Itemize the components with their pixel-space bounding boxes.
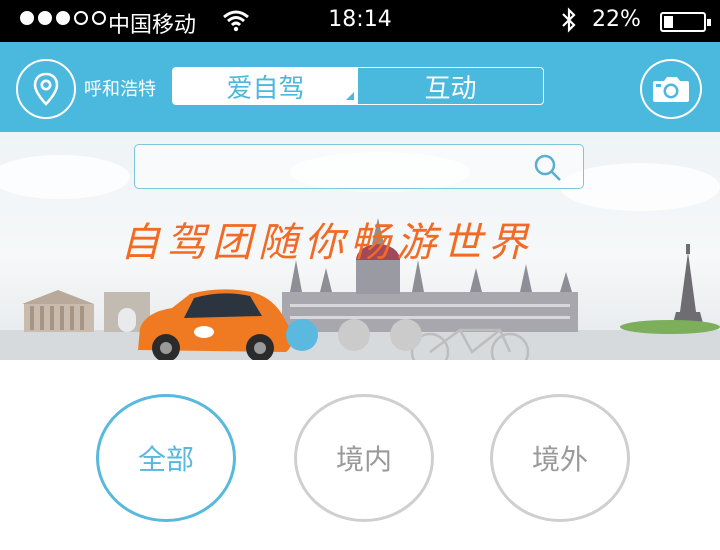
tab-label: 互动 bbox=[424, 73, 477, 104]
banner-slogan: 自驾团随你畅游世界 bbox=[120, 220, 534, 266]
location-button[interactable] bbox=[16, 59, 76, 119]
category-all-button[interactable]: 全部 bbox=[96, 394, 236, 522]
category-domestic-button[interactable]: 境内 bbox=[294, 394, 434, 522]
app-header: 呼和浩特 爱自驾 互动 bbox=[0, 42, 720, 132]
search-icon[interactable] bbox=[533, 153, 563, 183]
carousel-indicators bbox=[286, 319, 422, 351]
tab-interaction[interactable]: 互动 bbox=[358, 68, 543, 104]
battery-percent: 22% bbox=[592, 7, 641, 32]
category-label: 全部 bbox=[137, 443, 194, 476]
search-box[interactable] bbox=[134, 144, 584, 189]
camera-button[interactable] bbox=[640, 59, 702, 119]
category-overseas-button[interactable]: 境外 bbox=[490, 394, 630, 522]
dropdown-corner-icon bbox=[346, 92, 354, 100]
mode-switch: 爱自驾 互动 bbox=[172, 67, 544, 105]
location-pin-icon bbox=[33, 72, 59, 106]
camera-icon bbox=[653, 77, 689, 102]
city-label[interactable]: 呼和浩特 bbox=[84, 75, 156, 101]
category-filter: 全部 境内 境外 bbox=[0, 360, 720, 550]
category-label: 境外 bbox=[531, 443, 588, 476]
promo-banner[interactable]: 自驾团随你畅游世界 bbox=[0, 132, 720, 360]
battery-icon bbox=[660, 12, 711, 32]
bluetooth-icon bbox=[560, 7, 578, 39]
carousel-dot[interactable] bbox=[390, 319, 422, 351]
category-label: 境内 bbox=[335, 443, 392, 476]
status-bar: 中国移动 18:14 22% bbox=[0, 0, 720, 42]
tab-label: 爱自驾 bbox=[226, 73, 305, 104]
search-input[interactable] bbox=[145, 153, 515, 181]
carousel-dot[interactable] bbox=[286, 319, 318, 351]
carousel-dot[interactable] bbox=[338, 319, 370, 351]
tab-self-drive[interactable]: 爱自驾 bbox=[173, 68, 358, 104]
